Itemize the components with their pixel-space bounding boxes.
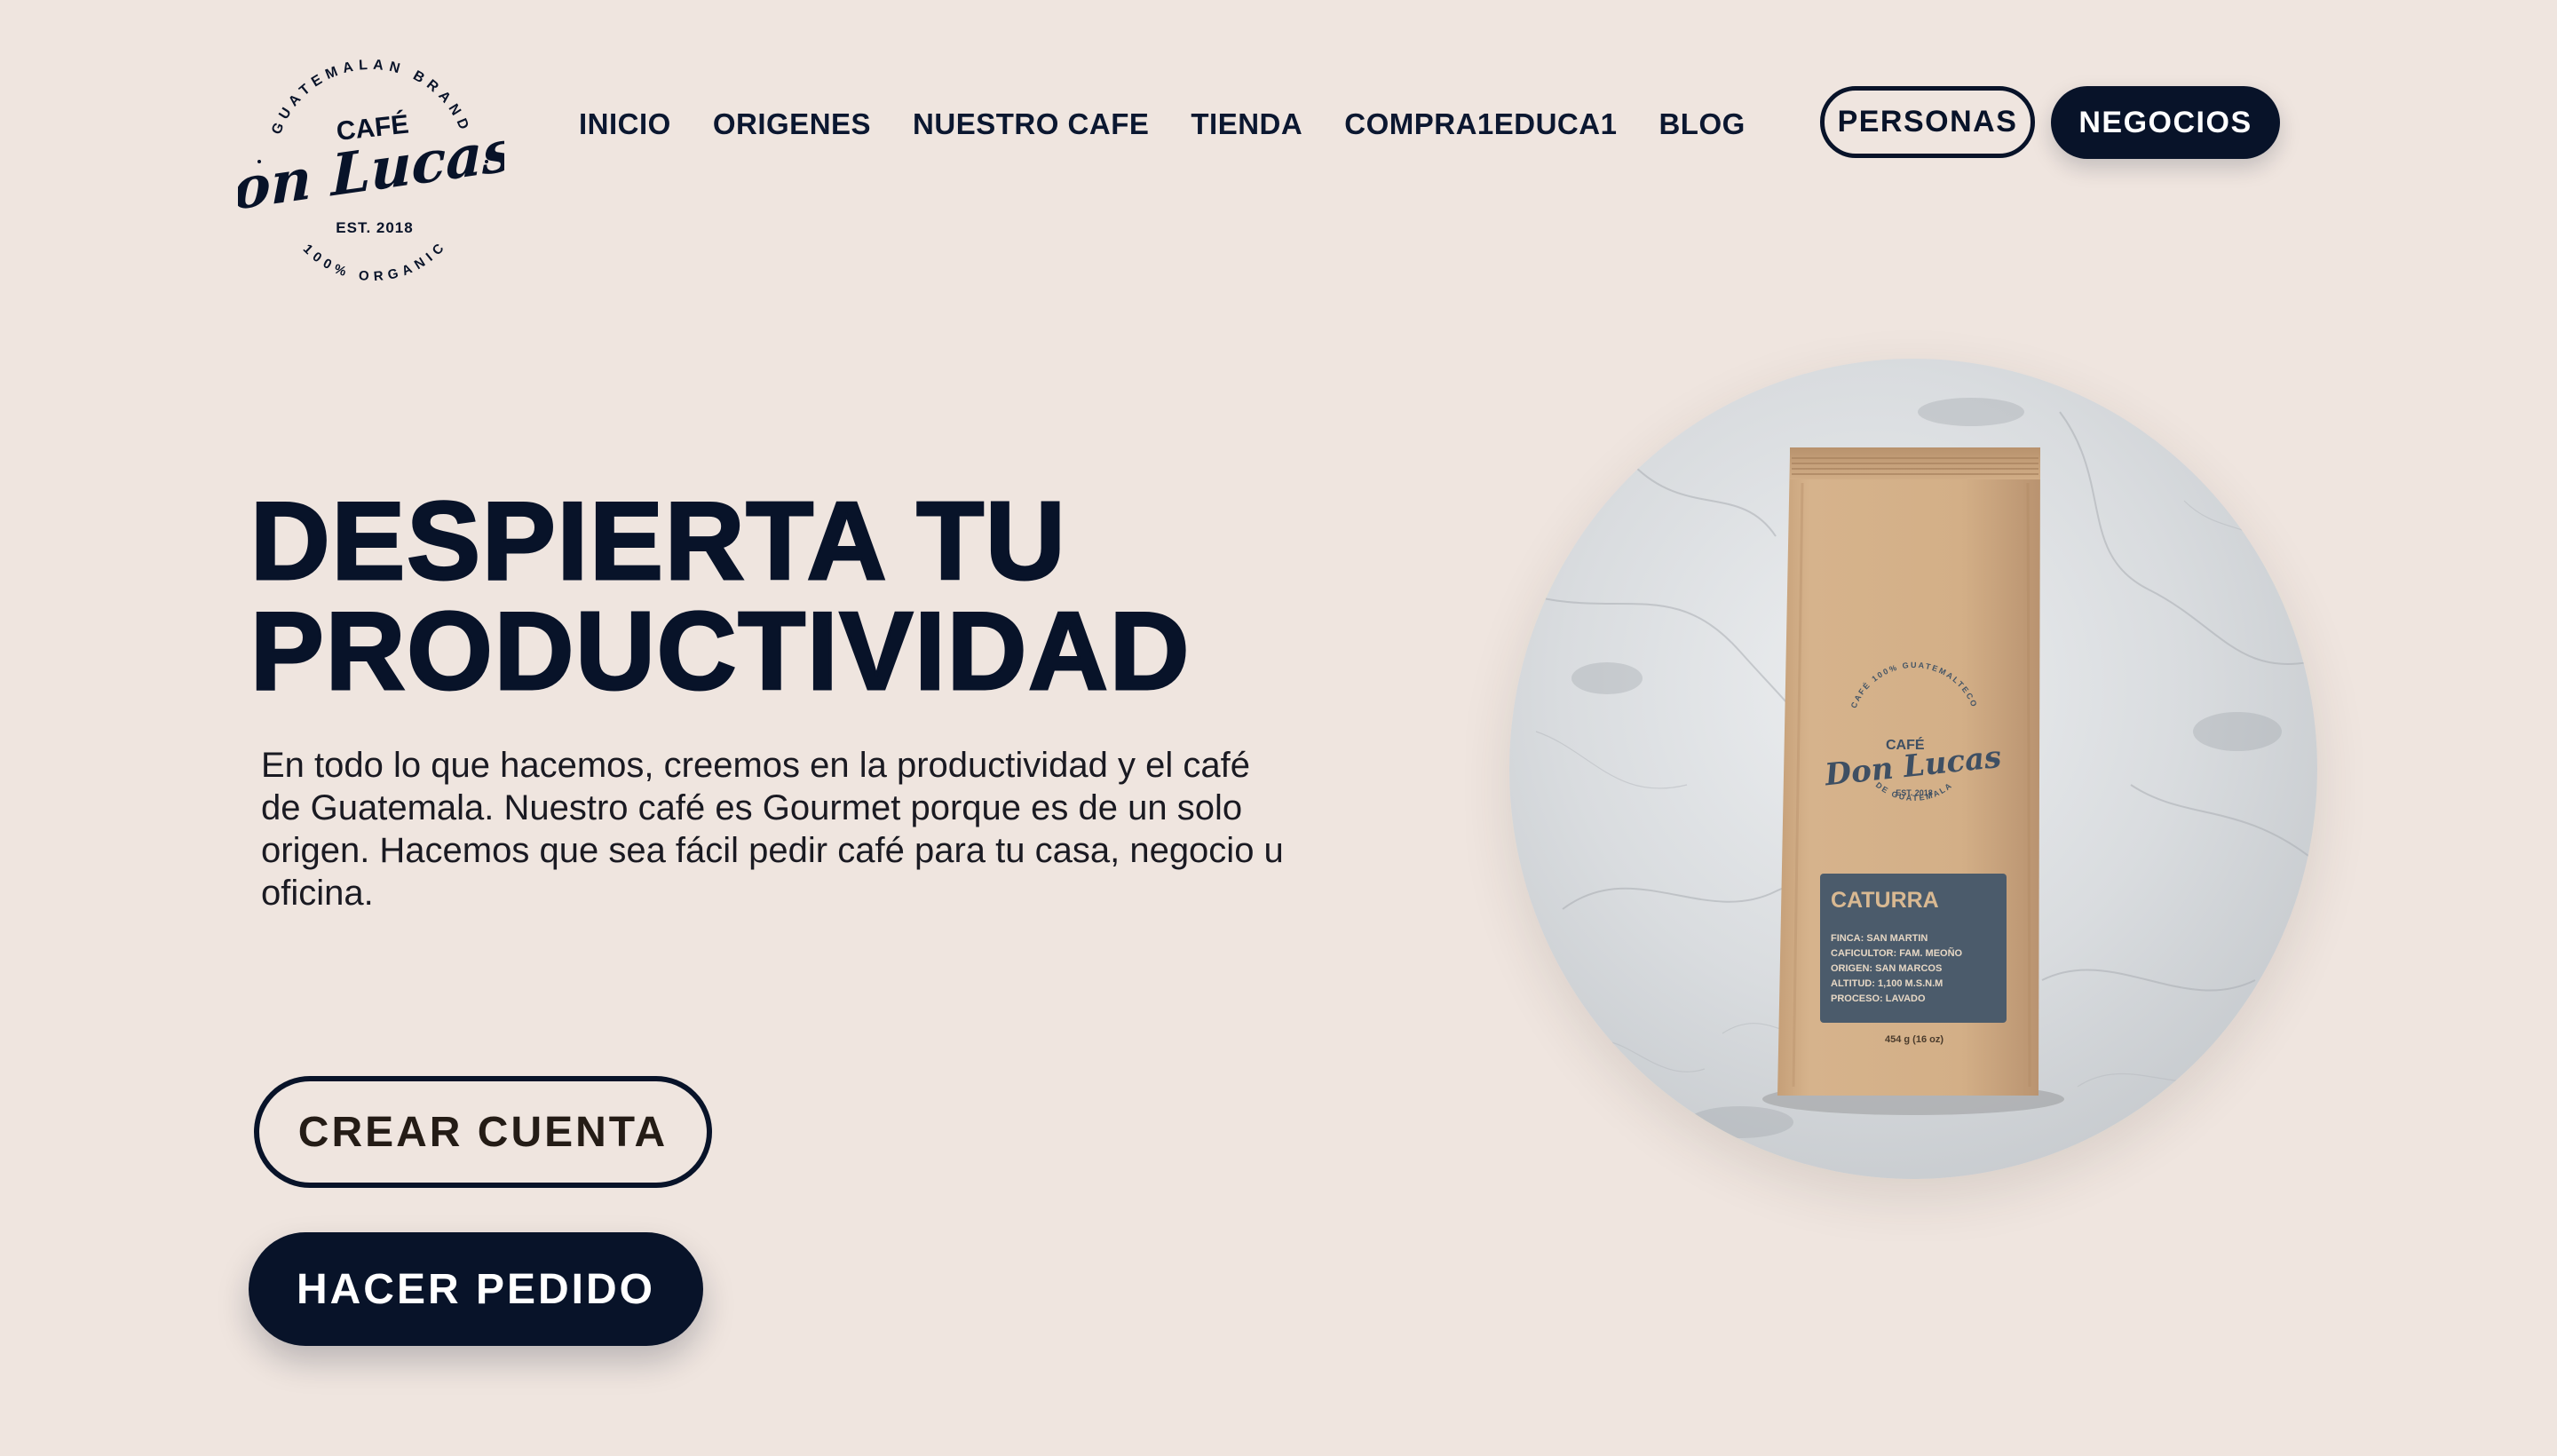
bag-weight: 454 g (16 oz) xyxy=(1885,1034,1943,1045)
nav-link-blog[interactable]: BLOG xyxy=(1658,99,1745,149)
bag-variety: CATURRA xyxy=(1831,888,1939,913)
bag-logo-est: EST. 2018 xyxy=(1896,788,1933,797)
nav-link-inicio[interactable]: INICIO xyxy=(579,99,671,149)
negocios-button[interactable]: NEGOCIOS xyxy=(2051,86,2280,159)
logo-est: EST. 2018 xyxy=(336,219,413,236)
brand-logo[interactable]: GUATEMALAN BRAND 100% ORGANIC CAFÉ Don L… xyxy=(238,32,504,281)
hero-title-line-1: DESPIERTA TU xyxy=(249,480,1067,603)
nav-link-nuestro-cafe[interactable]: NUESTRO CAFE xyxy=(913,99,1149,149)
nav-link-compra1educa1[interactable]: COMPRA1EDUCA1 xyxy=(1344,99,1617,149)
bag-detail-proceso: PROCESO: LAVADO xyxy=(1831,993,1926,1004)
nav-link-tienda[interactable]: TIENDA xyxy=(1191,99,1302,149)
coffee-bag-on-marble: CAFÉ 100% GUATEMALTECO DE GUATEMALA CAFÉ… xyxy=(1509,359,2317,1179)
hero-title-line-2: PRODUCTIVIDAD xyxy=(249,590,1191,713)
main-nav: INICIO ORIGENES NUESTRO CAFE TIENDA COMP… xyxy=(579,99,1746,149)
product-image: CAFÉ 100% GUATEMALTECO DE GUATEMALA CAFÉ… xyxy=(1509,359,2317,1179)
bag-detail-altitud: ALTITUD: 1,100 M.S.N.M xyxy=(1831,978,1943,989)
bag-detail-finca: FINCA: SAN MARTIN xyxy=(1831,933,1928,944)
logo-bottom-arc: 100% ORGANIC xyxy=(300,237,446,281)
hero-description: En todo lo que hacemos, creemos en la pr… xyxy=(261,746,1284,913)
place-order-button[interactable]: HACER PEDIDO xyxy=(249,1232,703,1346)
personas-button[interactable]: PERSONAS xyxy=(1820,86,2035,158)
nav-link-origenes[interactable]: ORIGENES xyxy=(713,99,871,149)
bag-detail-origen: ORIGEN: SAN MARCOS xyxy=(1831,963,1942,974)
svg-text:100% ORGANIC: 100% ORGANIC xyxy=(300,237,451,281)
create-account-button[interactable]: CREAR CUENTA xyxy=(254,1076,712,1188)
hero-title: DESPIERTA TU PRODUCTIVIDAD xyxy=(249,480,1191,713)
bag-detail-caficultor: CAFICULTOR: FAM. MEOÑO xyxy=(1831,947,1963,959)
cafe-don-lucas-logo: GUATEMALAN BRAND 100% ORGANIC CAFÉ Don L… xyxy=(238,58,504,281)
